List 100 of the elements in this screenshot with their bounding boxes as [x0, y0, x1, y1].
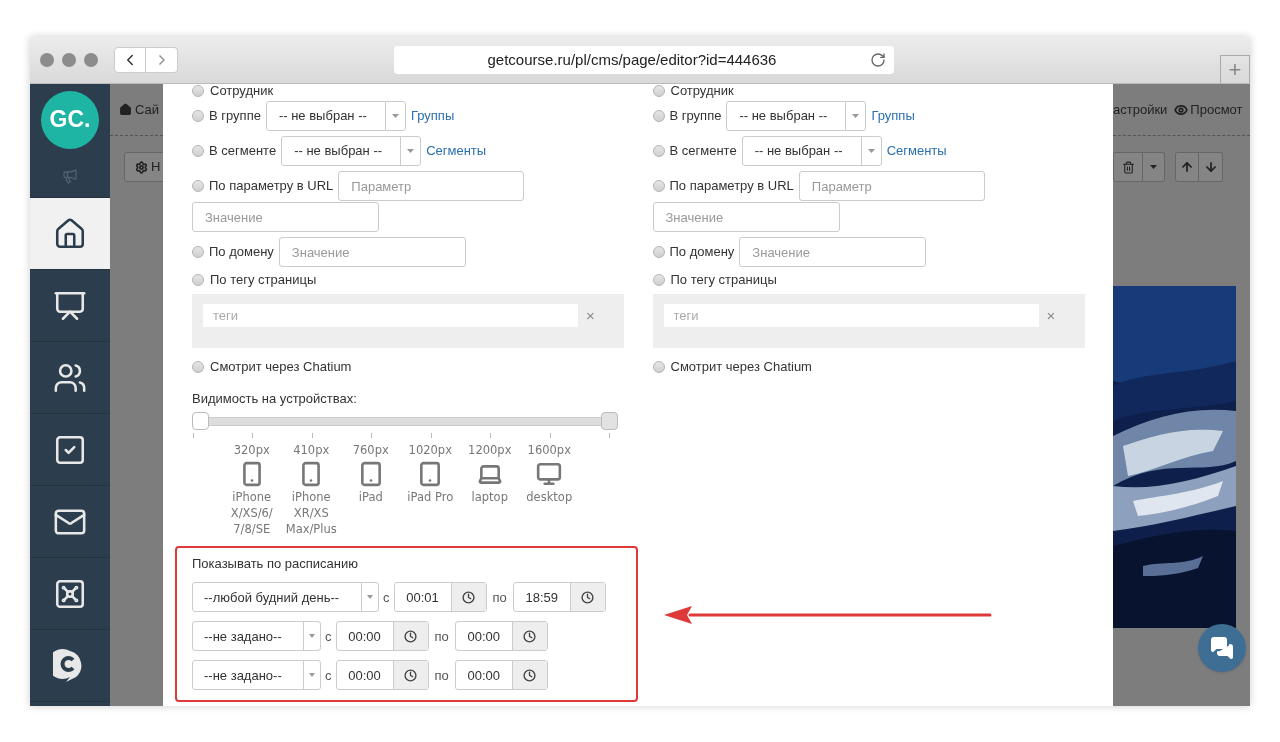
radio-button[interactable] [192, 246, 204, 258]
move-down-button[interactable] [1199, 152, 1223, 182]
radio-button[interactable] [652, 85, 665, 97]
megaphone-icon [62, 168, 78, 184]
condition-label: Сотрудник [670, 84, 734, 101]
condition-label: По тегу страницы [210, 271, 317, 290]
radio-button[interactable] [652, 110, 665, 122]
time-field[interactable]: 00:01 [393, 582, 487, 613]
radio-button[interactable] [652, 274, 665, 286]
settings-icon [135, 160, 148, 174]
dropdown[interactable]: -- не выбран -- [726, 101, 867, 131]
trash-icon [1121, 160, 1135, 174]
radio-button[interactable] [652, 246, 665, 258]
dropdown[interactable]: -- не выбран -- [281, 136, 422, 166]
text-field[interactable]: Параметр [798, 171, 985, 201]
menu-link[interactable]: Просмот [1190, 99, 1243, 120]
condition-label: По параметру в URL [209, 177, 334, 196]
device-name: iPad Pro [407, 488, 454, 505]
condition-label: Смотрит через Chatium [670, 358, 812, 377]
move-up-button[interactable] [1175, 152, 1199, 182]
width-label: 760px [352, 441, 389, 459]
window-control[interactable] [40, 53, 54, 67]
day-dropdown[interactable]: --не задано-- [192, 621, 321, 652]
dropdown-button[interactable] [1143, 152, 1165, 182]
delete-button[interactable] [1113, 152, 1143, 182]
slider-thumb[interactable] [192, 411, 209, 430]
to-label: по [434, 627, 449, 646]
tags-field[interactable]: теги [203, 304, 578, 327]
dropdown[interactable]: -- не выбран -- [741, 136, 882, 166]
time-field[interactable]: 00:00 [454, 660, 548, 691]
caret-icon [309, 634, 315, 639]
radio-button[interactable] [192, 85, 204, 97]
radio-button[interactable] [652, 361, 665, 373]
home-icon [119, 103, 132, 116]
back-button[interactable] [114, 47, 146, 73]
width-label: 410px [293, 441, 330, 459]
window-control[interactable] [62, 53, 76, 67]
time-field[interactable]: 00:00 [335, 621, 429, 652]
condition-label: Сотрудник [210, 84, 274, 101]
arrow-down-icon [1203, 160, 1218, 174]
device-name: laptop [471, 488, 508, 505]
device-name: iPhone XR/XS Max/Plus [285, 488, 337, 537]
menu-link[interactable]: астройки [1113, 99, 1168, 120]
from-label: с [325, 666, 332, 685]
width-label: 320px [233, 441, 270, 459]
radio-button[interactable] [192, 180, 204, 192]
link[interactable]: Сегменты [886, 141, 947, 161]
text-field[interactable]: Значение [278, 237, 466, 267]
to-label: по [434, 666, 449, 685]
width-label: 1600px [527, 441, 571, 459]
width-label: 1020px [408, 441, 452, 459]
time-field[interactable]: 00:00 [454, 621, 548, 652]
condition-label: По домену [669, 243, 735, 262]
clock-icon [462, 590, 475, 604]
tags-field[interactable]: теги [663, 304, 1039, 327]
condition-label: В группе [669, 107, 722, 126]
chat-icon [1210, 636, 1234, 660]
slider-thumb[interactable] [601, 411, 618, 430]
time-field[interactable]: 18:59 [512, 582, 606, 613]
link[interactable]: Сегменты [426, 141, 487, 161]
clock-icon [523, 629, 537, 643]
breadcrumb-link[interactable]: Сай [135, 99, 160, 120]
link[interactable]: Группы [410, 106, 455, 126]
link[interactable]: Группы [871, 106, 915, 126]
condition-label: По тегу страницы [670, 271, 777, 290]
caret-icon [407, 149, 415, 153]
clock-icon [404, 668, 417, 682]
radio-button[interactable] [652, 145, 665, 157]
window-control[interactable] [84, 53, 98, 67]
toolbar-button[interactable]: Н [124, 152, 163, 182]
chat-button[interactable] [1198, 624, 1246, 672]
clock-icon [523, 668, 537, 682]
reload-icon[interactable] [870, 52, 886, 68]
from-label: с [325, 627, 332, 646]
width-label: 1200px [468, 441, 512, 459]
radio-button[interactable] [652, 180, 665, 192]
caret-icon [309, 673, 315, 678]
time-field[interactable]: 00:00 [335, 660, 429, 691]
day-dropdown[interactable]: --любой будний день-- [192, 582, 379, 613]
text-field[interactable]: Значение [652, 202, 840, 232]
radio-button[interactable] [192, 361, 204, 373]
range-slider[interactable] [192, 411, 618, 430]
address-bar[interactable]: getcourse.ru/pl/cms/page/editor?id=444636 [394, 46, 894, 74]
schedule-title: Показывать по расписанию [192, 554, 360, 573]
device-name: desktop [526, 488, 573, 505]
sidebar-item[interactable] [30, 198, 110, 270]
condition-label: По домену [209, 243, 274, 262]
caret-icon [367, 595, 373, 600]
clock-icon [404, 629, 417, 643]
dropdown[interactable]: -- не выбран -- [265, 101, 406, 131]
radio-button[interactable] [192, 274, 204, 286]
day-dropdown[interactable]: --не задано-- [192, 660, 321, 691]
text-field[interactable]: Значение [192, 202, 379, 232]
text-field[interactable]: Параметр [338, 171, 525, 201]
text-field[interactable]: Значение [739, 237, 927, 267]
desktop-icon [536, 460, 563, 487]
radio-button[interactable] [192, 110, 204, 122]
condition-label: В сегменте [209, 142, 277, 161]
radio-button[interactable] [192, 145, 204, 157]
section-label: Видимость на устройствах: [192, 390, 358, 408]
